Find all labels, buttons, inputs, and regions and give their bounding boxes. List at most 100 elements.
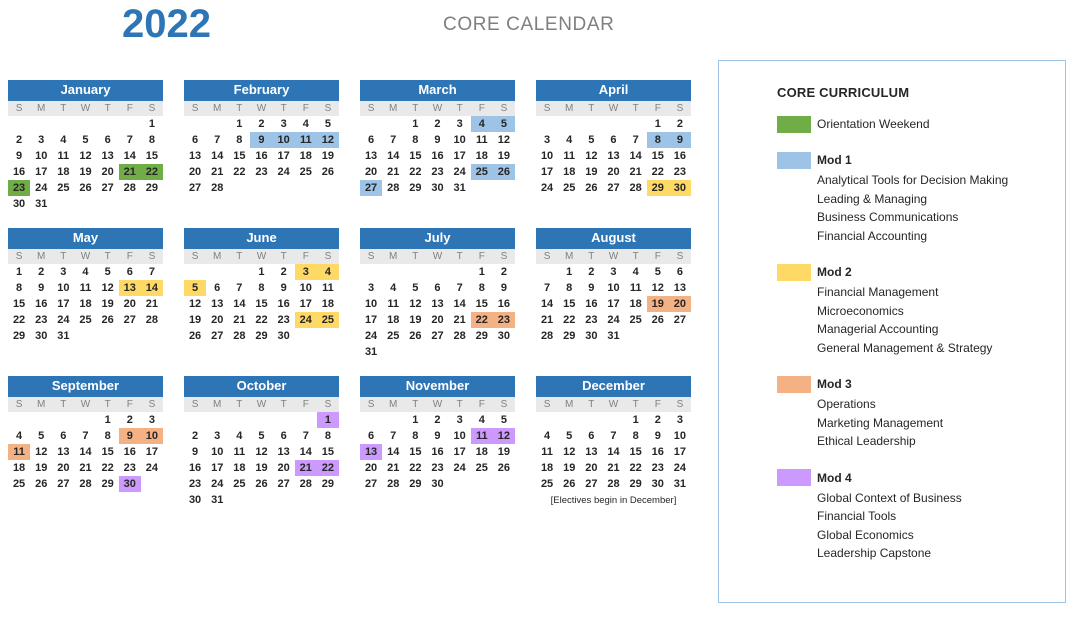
day-cell[interactable]: 13 (206, 296, 228, 312)
day-cell[interactable]: 31 (52, 328, 74, 344)
day-cell[interactable]: 15 (228, 148, 250, 164)
day-cell[interactable]: 25 (295, 164, 317, 180)
day-cell[interactable]: 8 (471, 280, 493, 296)
day-cell[interactable]: 24 (141, 460, 163, 476)
day-cell[interactable]: 17 (30, 164, 52, 180)
day-cell[interactable]: 28 (295, 476, 317, 492)
day-cell[interactable]: 7 (602, 428, 624, 444)
day-cell[interactable]: 26 (97, 312, 119, 328)
day-cell[interactable]: 27 (360, 476, 382, 492)
day-cell[interactable]: 9 (8, 148, 30, 164)
day-cell[interactable]: 23 (647, 460, 669, 476)
day-cell[interactable]: 16 (580, 296, 602, 312)
day-cell[interactable]: 22 (404, 460, 426, 476)
day-cell[interactable]: 14 (228, 296, 250, 312)
day-cell[interactable]: 30 (8, 196, 30, 212)
day-cell[interactable]: 11 (294, 132, 317, 148)
day-cell[interactable]: 30 (647, 476, 669, 492)
day-cell[interactable]: 7 (382, 428, 404, 444)
day-cell[interactable]: 29 (97, 476, 119, 492)
day-cell[interactable]: 19 (184, 312, 206, 328)
day-cell[interactable]: 19 (74, 164, 96, 180)
day-cell[interactable]: 13 (97, 148, 119, 164)
day-cell[interactable]: 20 (360, 164, 382, 180)
day-cell[interactable]: 26 (317, 164, 339, 180)
day-cell[interactable]: 28 (602, 476, 624, 492)
day-cell[interactable]: 21 (382, 164, 404, 180)
day-cell[interactable]: 27 (184, 180, 206, 196)
day-cell[interactable]: 28 (382, 180, 404, 196)
day-cell[interactable]: 19 (317, 148, 339, 164)
day-cell[interactable]: 10 (449, 428, 471, 444)
day-cell[interactable]: 26 (493, 460, 515, 476)
day-cell[interactable]: 27 (669, 312, 691, 328)
day-cell[interactable]: 2 (184, 428, 206, 444)
day-cell[interactable]: 22 (250, 312, 272, 328)
day-cell[interactable]: 18 (558, 164, 580, 180)
day-cell[interactable]: 15 (647, 148, 669, 164)
day-cell[interactable]: 13 (602, 148, 624, 164)
day-cell[interactable]: 20 (206, 312, 228, 328)
day-cell[interactable]: 29 (8, 328, 30, 344)
day-cell[interactable]: 10 (669, 428, 691, 444)
day-cell[interactable]: 20 (97, 164, 119, 180)
day-cell[interactable]: 6 (273, 428, 295, 444)
day-cell[interactable]: 20 (580, 460, 602, 476)
day-cell[interactable]: 19 (30, 460, 52, 476)
day-cell[interactable]: 25 (228, 476, 250, 492)
day-cell[interactable]: 13 (184, 148, 206, 164)
day-cell[interactable]: 24 (536, 180, 558, 196)
day-cell[interactable]: 2 (250, 116, 272, 132)
day-cell[interactable]: 5 (404, 280, 426, 296)
day-cell[interactable]: 4 (558, 132, 580, 148)
day-cell[interactable]: 2 (580, 264, 602, 280)
day-cell[interactable]: 28 (625, 180, 647, 196)
day-cell[interactable]: 4 (52, 132, 74, 148)
day-cell[interactable]: 7 (141, 264, 163, 280)
day-cell[interactable]: 19 (580, 164, 602, 180)
day-cell[interactable]: 8 (97, 428, 119, 444)
day-cell[interactable]: 29 (250, 328, 272, 344)
day-cell[interactable]: 29 (625, 476, 647, 492)
day-cell[interactable]: 9 (647, 428, 669, 444)
day-cell[interactable]: 30 (580, 328, 602, 344)
day-cell[interactable]: 2 (8, 132, 30, 148)
day-cell[interactable]: 14 (382, 444, 404, 460)
day-cell[interactable]: 12 (647, 280, 669, 296)
day-cell[interactable]: 12 (493, 132, 515, 148)
day-cell[interactable]: 12 (30, 444, 52, 460)
day-cell[interactable]: 23 (580, 312, 602, 328)
day-cell[interactable]: 9 (30, 280, 52, 296)
day-cell[interactable]: 13 (360, 444, 383, 460)
day-cell[interactable]: 15 (404, 444, 426, 460)
day-cell[interactable]: 26 (404, 328, 426, 344)
day-cell[interactable]: 27 (52, 476, 74, 492)
day-cell[interactable]: 14 (295, 444, 317, 460)
day-cell[interactable]: 1 (316, 412, 339, 428)
day-cell[interactable]: 19 (493, 148, 515, 164)
day-cell[interactable]: 20 (184, 164, 206, 180)
day-cell[interactable]: 22 (470, 312, 493, 328)
day-cell[interactable]: 17 (206, 460, 228, 476)
day-cell[interactable]: 4 (228, 428, 250, 444)
day-cell[interactable]: 6 (360, 428, 382, 444)
day-cell[interactable]: 28 (536, 328, 558, 344)
day-cell[interactable]: 28 (74, 476, 96, 492)
day-cell[interactable]: 3 (536, 132, 558, 148)
day-cell[interactable]: 9 (580, 280, 602, 296)
day-cell[interactable]: 30 (426, 180, 448, 196)
day-cell[interactable]: 6 (426, 280, 448, 296)
day-cell[interactable]: 17 (536, 164, 558, 180)
day-cell[interactable]: 27 (602, 180, 624, 196)
day-cell[interactable]: 26 (492, 164, 515, 180)
day-cell[interactable]: 10 (272, 132, 295, 148)
day-cell[interactable]: 4 (536, 428, 558, 444)
day-cell[interactable]: 14 (74, 444, 96, 460)
day-cell[interactable]: 21 (625, 164, 647, 180)
day-cell[interactable]: 20 (668, 296, 691, 312)
day-cell[interactable]: 12 (404, 296, 426, 312)
day-cell[interactable]: 16 (669, 148, 691, 164)
day-cell[interactable]: 27 (273, 476, 295, 492)
day-cell[interactable]: 13 (426, 296, 448, 312)
day-cell[interactable]: 8 (141, 132, 163, 148)
